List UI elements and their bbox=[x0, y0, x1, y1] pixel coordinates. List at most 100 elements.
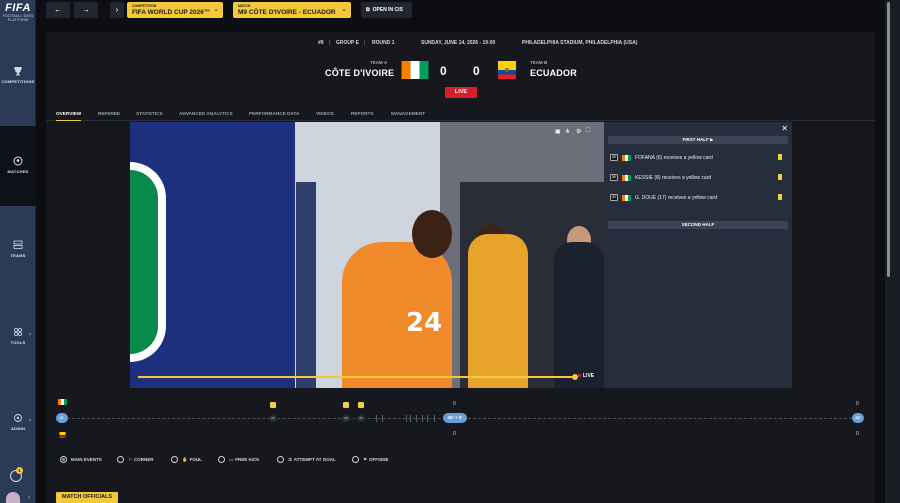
events-panel: ✕ FIRST HALF ▶ 28' FOFANA (6) receives a… bbox=[604, 122, 792, 388]
tab-videos[interactable]: VIDEOS bbox=[316, 111, 334, 121]
close-icon[interactable]: ✕ bbox=[781, 124, 788, 133]
event-minute: 40' bbox=[610, 194, 618, 201]
ball-icon bbox=[13, 156, 23, 166]
share-icon[interactable]: ⋔ bbox=[565, 128, 570, 135]
top-bar: ← → › COMPETITION FIFA WORLD CUP 2026™ ⌄… bbox=[36, 0, 890, 22]
filter-label: FOUL bbox=[189, 457, 202, 462]
timeline-tick bbox=[376, 415, 377, 422]
live-badge: LIVE bbox=[445, 87, 477, 98]
list-item[interactable]: 28' FOFANA (6) receives a yellow card bbox=[608, 152, 788, 164]
corner-icon: ⚐ bbox=[128, 457, 133, 462]
yellow-card-icon[interactable] bbox=[358, 402, 364, 408]
team-b-caption: TEAM B bbox=[530, 60, 548, 65]
filter-free-kick[interactable]: ▭ FREE KICK bbox=[218, 455, 260, 465]
tab-referee[interactable]: REFEREE bbox=[98, 111, 120, 121]
video-player[interactable]: 24 ▣ ⋔ ⚙ ⛶ LIVE bbox=[130, 122, 604, 388]
video-frame-person bbox=[554, 242, 604, 388]
yellow-card-icon[interactable] bbox=[270, 402, 276, 408]
video-frame-doorframe bbox=[296, 182, 316, 388]
trophy-icon bbox=[14, 67, 22, 76]
team-a-caption: TEAM A bbox=[370, 60, 388, 65]
avatar[interactable] bbox=[6, 492, 20, 503]
filter-attempt-at-goal[interactable]: ⇉ ATTEMPT AT GOAL bbox=[277, 455, 336, 465]
timeline-halftime-marker[interactable]: 45' + 5' bbox=[443, 413, 467, 423]
timeline-end-marker[interactable]: 90' bbox=[852, 413, 864, 423]
event-text: KESSIE (8) receives a yellow card bbox=[635, 175, 712, 181]
sidebar-item-competitions[interactable]: COMPETITIONS bbox=[0, 66, 36, 94]
list-item[interactable]: 40' G. DOUE (17) receives a yellow card bbox=[608, 192, 788, 204]
tools-icon bbox=[13, 327, 23, 337]
tab-advanced-analytics[interactable]: ADVANCED ANALYTICS bbox=[179, 111, 233, 121]
flag-cote-divoire-icon bbox=[58, 399, 67, 405]
sidebar-item-tools[interactable]: TOOLS › bbox=[0, 327, 36, 355]
list-item[interactable]: 38' KESSIE (8) receives a yellow card bbox=[608, 172, 788, 184]
radio-selected[interactable] bbox=[60, 456, 67, 464]
fifa-logo[interactable]: FIFA FOOTBALL DATA PLATFORM bbox=[0, 0, 36, 28]
sidebar-item-label: MATCHES bbox=[7, 169, 29, 174]
notifications-icon[interactable]: 1 bbox=[10, 467, 23, 482]
filter-label: ATTEMPT AT GOAL bbox=[293, 457, 336, 462]
radio[interactable] bbox=[171, 456, 178, 464]
open-in-cis-button[interactable]: ⧉ OPEN IN CIS bbox=[361, 2, 412, 18]
yellow-card-icon[interactable] bbox=[343, 402, 349, 408]
separator: | bbox=[329, 40, 331, 46]
filter-corner[interactable]: ⚐ CORNER bbox=[117, 455, 154, 465]
tab-statistics[interactable]: STATISTICS bbox=[136, 111, 163, 121]
tab-performance-data[interactable]: PERFORMANCE DATA bbox=[249, 111, 299, 121]
logo-subtitle: FOOTBALL DATA PLATFORM bbox=[2, 14, 34, 22]
expand-button[interactable]: › bbox=[110, 2, 124, 18]
radio[interactable] bbox=[352, 456, 359, 464]
settings-icon[interactable]: ⚙ bbox=[576, 128, 581, 135]
tab-management[interactable]: MANAGEMENT bbox=[391, 111, 425, 121]
sidebar-item-matches[interactable]: MATCHES bbox=[0, 126, 36, 206]
sidebar-item-label: COMPETITIONS bbox=[1, 79, 35, 84]
filter-label: MAIN EVENTS bbox=[71, 457, 102, 462]
free-kick-icon: ▭ bbox=[229, 457, 234, 462]
timeline-event-minute[interactable]: 38' bbox=[342, 415, 350, 422]
radio[interactable] bbox=[277, 456, 284, 464]
event-filters: MAIN EVENTS ⚐ CORNER ✋ FOUL ▭ FREE KICK ⇉ AT… bbox=[58, 455, 658, 465]
tab-bar: OVERVIEW REFEREE STATISTICS ADVANCED ANA… bbox=[46, 107, 875, 121]
fullscreen-icon[interactable]: ⛶ bbox=[586, 128, 590, 135]
match-timeline[interactable]: 0 0 0 0 0' 45' + 5' 90' 28' 38' 40' bbox=[46, 399, 875, 449]
chevron-down-icon: ⌄ bbox=[213, 6, 219, 13]
timeline-tick bbox=[434, 415, 435, 422]
sidebar-item-teams[interactable]: TEAMS bbox=[0, 240, 36, 268]
team-a-name: CÔTE D'IVOIRE bbox=[325, 68, 395, 78]
second-half-header[interactable]: SECOND HALF bbox=[608, 221, 788, 229]
match-caption: MATCH bbox=[238, 4, 251, 8]
radio[interactable] bbox=[117, 456, 124, 464]
tab-overview[interactable]: OVERVIEW bbox=[56, 111, 82, 121]
external-link-icon: ⧉ bbox=[366, 7, 370, 13]
timeline-start-marker[interactable]: 0' bbox=[56, 413, 68, 423]
timeline-event-minute[interactable]: 28' bbox=[269, 415, 277, 422]
video-frame-jersey-number: 24 bbox=[406, 308, 443, 338]
first-half-header[interactable]: FIRST HALF ▶ bbox=[608, 136, 788, 144]
tab-reports[interactable]: REPORTS bbox=[351, 111, 374, 121]
video-live-indicator: LIVE bbox=[578, 373, 594, 379]
sidebar-item-admin[interactable]: ADMIN › bbox=[0, 413, 36, 441]
back-button[interactable]: ← bbox=[46, 2, 70, 18]
filter-offside[interactable]: ⚑ OFFSIDE bbox=[352, 455, 389, 465]
attempt-at-goal-icon: ⇉ bbox=[288, 457, 292, 462]
timeline-event-minute[interactable]: 40' bbox=[357, 415, 365, 422]
match-value: M9 CÔTE D'IVOIRE - ECUADOR bbox=[238, 9, 336, 16]
competition-select[interactable]: COMPETITION FIFA WORLD CUP 2026™ ⌄ bbox=[127, 2, 223, 18]
video-progress-bar[interactable] bbox=[138, 376, 575, 378]
scrollbar[interactable] bbox=[887, 2, 890, 277]
team-b-name: ECUADOR bbox=[530, 68, 577, 78]
filter-foul[interactable]: ✋ FOUL bbox=[171, 455, 202, 465]
timeline-tick bbox=[416, 415, 417, 422]
filter-main-events[interactable]: MAIN EVENTS bbox=[60, 455, 102, 465]
match-card: #9 | GROUP E | ROUND 1 SUNDAY, JUNE 14, … bbox=[46, 32, 875, 503]
forward-button[interactable]: → bbox=[74, 2, 98, 18]
match-select[interactable]: MATCH M9 CÔTE D'IVOIRE - ECUADOR ⌄ bbox=[233, 2, 351, 18]
competition-value: FIFA WORLD CUP 2026™ bbox=[132, 9, 211, 16]
teams-icon bbox=[13, 240, 23, 249]
sidebar-item-label: ADMIN bbox=[10, 426, 26, 431]
flag-cote-divoire-icon bbox=[622, 195, 631, 201]
radio[interactable] bbox=[218, 456, 225, 464]
flag-ecuador-icon bbox=[498, 61, 516, 79]
match-officials-button[interactable]: MATCH OFFICIALS bbox=[56, 492, 118, 503]
pip-icon[interactable]: ▣ bbox=[555, 128, 561, 135]
